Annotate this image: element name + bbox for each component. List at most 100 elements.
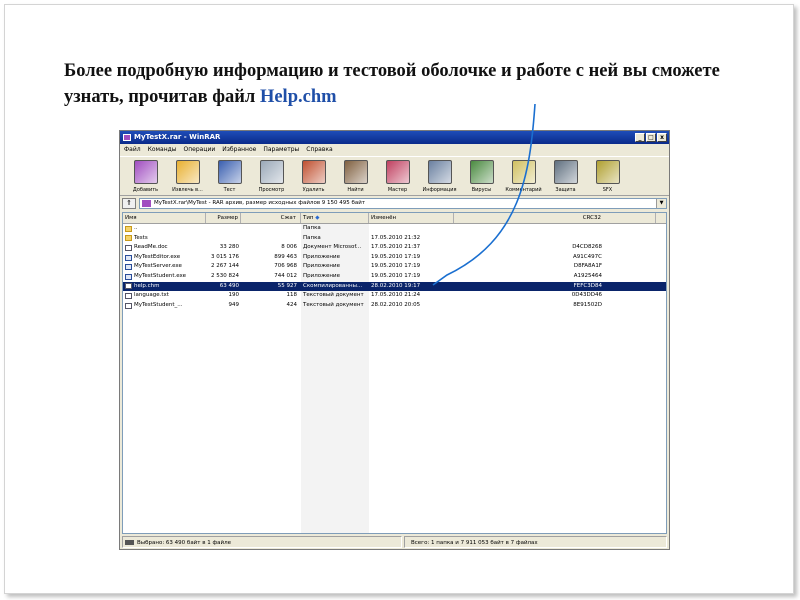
table-row[interactable]: help.chm 63 490 55 927 Скомпилированны... 28… [123,281,666,292]
file-name: language.txt [134,292,169,299]
toolbar-label: Просмотр [258,187,285,193]
table-row[interactable]: MyTestEditor.exe 3 015 176 899 463 Приложен… [123,253,666,263]
file-name: MyTestServer.exe [134,263,182,270]
file-list: Имя Размер Сжат Тип ◆ Изменён CRC32 .. Па… [122,212,667,534]
minimize-button[interactable]: _ [635,133,645,142]
cell-crc: FEFC3D84 [573,282,602,289]
file-icon [125,292,132,299]
table-row[interactable]: MyTestServer.exe 2 267 144 706 968 Приложен… [123,262,666,272]
column-header-modified[interactable]: Изменён [369,213,454,223]
cell-crc [454,224,656,234]
toolbar-button-7[interactable]: Информация [420,157,459,195]
column-header-crc[interactable]: CRC32 [454,213,656,223]
cell-packed: 8 006 [281,244,297,251]
menu-item-3[interactable]: Избранное [222,144,256,155]
file-name: MyTestStudent.exe [134,272,186,279]
toolbar-button-2[interactable]: Тест [210,157,249,195]
menu-item-5[interactable]: Справка [306,144,332,155]
toolbar-label: Информация [422,187,457,193]
delete-icon [301,160,326,184]
cell-name: Tests [123,234,206,244]
info-icon [427,160,452,184]
column-header-type[interactable]: Тип ◆ [301,213,369,223]
toolbar-button-1[interactable]: Извлечь в... [168,157,207,195]
help-file-link[interactable]: Help.chm [260,87,337,107]
folder-icon [125,225,132,232]
table-row[interactable]: language.txt 190 118 Текстовый документ 17.0… [123,291,666,301]
menu-bar: Файл Команды Операции Избранное Параметры Спр… [120,144,669,155]
title-bar[interactable]: MyTestX.rar - WinRAR _ □ x [120,131,669,144]
archive-path-text: MyTestX.rar\MyTest - RAR архив, размер и… [154,200,366,206]
test-icon [217,160,242,184]
file-name: Tests [134,234,148,241]
cell-type: Текстовый документ [303,301,364,308]
cell-type: Папка [303,234,321,241]
cell-size: 2 267 144 [211,263,239,270]
menu-item-2[interactable]: Операции [184,144,216,155]
menu-item-4[interactable]: Параметры [263,144,299,155]
file-name: help.chm [134,282,160,289]
file-name: .. [134,225,138,231]
toolbar-button-6[interactable]: Мастер [378,157,417,195]
cell-type: Папка [303,225,321,231]
cell-crc: D8FA8A1F [573,263,602,270]
toolbar-label: Тест [223,187,236,193]
maximize-button[interactable]: □ [646,133,656,142]
file-name: MyTestStudent_... [134,301,183,308]
table-row[interactable]: MyTestStudent.exe 2 530 824 744 012 Приложе… [123,272,666,282]
protect-icon [553,160,578,184]
menu-item-1[interactable]: Команды [148,144,177,155]
archive-path-field[interactable]: MyTestX.rar\MyTest - RAR архив, размер и… [139,198,667,209]
cell-packed: 424 [286,301,298,308]
toolbar-label: Мастер [387,187,408,193]
column-header-size[interactable]: Размер [206,213,241,223]
cell-size [206,224,241,234]
cell-size: 63 490 [219,282,239,289]
cell-crc: A91C497C [573,253,602,260]
up-folder-button[interactable]: ⇑ [122,198,136,209]
file-icon [125,302,132,309]
chevron-down-icon[interactable]: ▼ [656,199,666,208]
close-button[interactable]: x [657,133,667,142]
exe-icon [125,273,132,280]
column-header-name[interactable]: Имя [123,213,206,223]
toolbar-button-4[interactable]: Удалить [294,157,333,195]
cell-modified: 19.05.2010 17:19 [371,253,421,260]
sfx-icon [595,160,620,184]
cell-size [206,234,241,244]
toolbar-button-0[interactable]: Добавить [126,157,165,195]
file-icon [125,283,132,290]
toolbar-button-3[interactable]: Просмотр [252,157,291,195]
table-row[interactable]: Tests Папка 17.05.2010 21:32 [123,234,666,244]
heading-text: Более подробную информацию и тестовой об… [64,61,720,107]
cell-crc [454,234,656,244]
drive-icon [125,540,134,545]
cell-name: MyTestEditor.exe [123,253,206,263]
cell-size: 3 015 176 [211,253,239,260]
add-archive-icon [133,160,158,184]
table-row[interactable]: ReadMe.doc 33 280 8 006 Документ Microsof..… [123,243,666,253]
cell-crc: A1925464 [573,272,602,279]
toolbar-label: Извлечь в... [172,187,203,193]
column-header-packed[interactable]: Сжат [241,213,301,223]
cell-packed [241,224,301,234]
toolbar-button-8[interactable]: Вирусы [462,157,501,195]
cell-modified: 17.05.2010 21:24 [371,292,421,299]
toolbar-button-9[interactable]: Комментарий [504,157,543,195]
table-row[interactable]: MyTestStudent_... 949 424 Текстовый докумен… [123,301,666,311]
toolbar-label: Найти [347,187,364,193]
toolbar-button-10[interactable]: Защита [546,157,585,195]
cell-name: language.txt [123,291,206,301]
column-header-type-label: Тип [303,215,314,221]
toolbar-button-11[interactable]: SFX [588,157,627,195]
menu-item-0[interactable]: Файл [124,144,141,155]
folder-icon [125,235,132,242]
exe-icon [125,264,132,271]
cell-crc: 0D43DD46 [571,292,602,299]
comment-icon [511,160,536,184]
toolbar-button-5[interactable]: Найти [336,157,375,195]
table-row[interactable]: .. Папка [123,224,666,234]
file-name: MyTestEditor.exe [134,253,181,260]
cell-type: Приложение [303,263,340,270]
exe-icon [125,254,132,261]
